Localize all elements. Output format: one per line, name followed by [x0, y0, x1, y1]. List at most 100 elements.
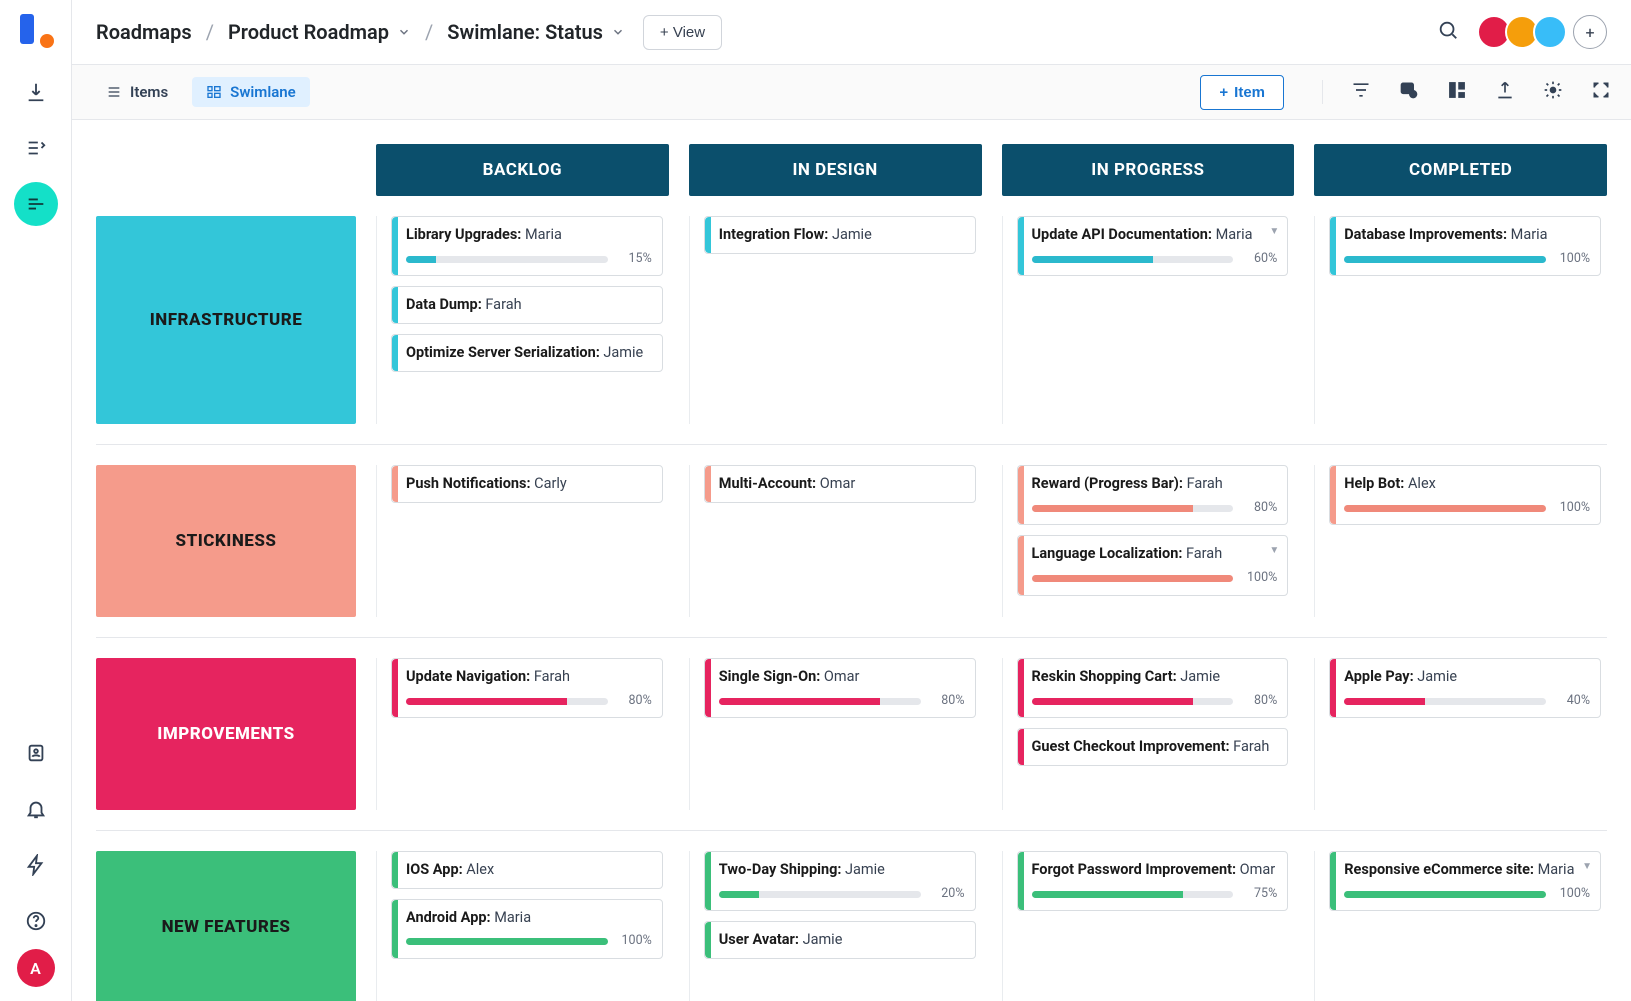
card[interactable]: Reskin Shopping Cart: Jamie80%: [1017, 658, 1289, 718]
card-text: Library Upgrades: Maria: [406, 225, 652, 245]
lane-cell[interactable]: Reward (Progress Bar): Farah80% Language …: [1002, 465, 1295, 617]
lane-cell[interactable]: Update API Documentation: Maria▼60%: [1002, 216, 1295, 424]
export-icon[interactable]: [1495, 80, 1515, 104]
card-title: Android App:: [406, 909, 494, 926]
lane-label-stick[interactable]: STICKINESS: [96, 465, 356, 617]
card-assignee: Maria: [1538, 861, 1575, 878]
card-title: Integration Flow:: [719, 226, 832, 243]
board-scroll[interactable]: BACKLOGIN DESIGNIN PROGRESSCOMPLETEDINFR…: [72, 120, 1631, 1001]
card[interactable]: Language Localization: Farah▼100%: [1017, 535, 1289, 595]
card-title: Update Navigation:: [406, 668, 534, 685]
card-text: Help Bot: Alex: [1344, 474, 1590, 494]
add-view-button[interactable]: + View: [643, 15, 722, 50]
card-text: Responsive eCommerce site: Maria: [1344, 860, 1590, 880]
progress-bar: [1032, 698, 1234, 705]
app-logo[interactable]: [20, 14, 52, 46]
progress-percent: 80%: [931, 693, 965, 710]
card[interactable]: Guest Checkout Improvement: Farah: [1017, 728, 1289, 766]
lane-cell[interactable]: Help Bot: Alex100%: [1314, 465, 1607, 617]
view-mode-items-label: Items: [130, 83, 168, 101]
card-menu-icon[interactable]: ▼: [1269, 225, 1279, 239]
rail-current-user-avatar[interactable]: A: [17, 949, 55, 987]
rail-roadmap-icon[interactable]: [14, 182, 58, 226]
search-icon[interactable]: [1437, 19, 1459, 45]
layout-icon[interactable]: [1447, 80, 1467, 104]
link-icon[interactable]: [1399, 80, 1419, 104]
view-mode-swimlane[interactable]: Swimlane: [192, 77, 310, 107]
card-stripe: [705, 922, 711, 958]
card-menu-icon[interactable]: ▼: [1582, 860, 1592, 874]
card[interactable]: Forgot Password Improvement: Omar75%: [1017, 851, 1289, 911]
progress-fill: [1032, 256, 1153, 263]
lane-cell[interactable]: Apple Pay: Jamie40%: [1314, 658, 1607, 810]
add-item-button[interactable]: + Item: [1200, 75, 1284, 110]
lane-cell[interactable]: Push Notifications: Carly: [376, 465, 669, 617]
card[interactable]: Update API Documentation: Maria▼60%: [1017, 216, 1289, 276]
breadcrumb-root[interactable]: Roadmaps: [96, 20, 192, 44]
lane-cell[interactable]: Forgot Password Improvement: Omar75%: [1002, 851, 1295, 1001]
lane-cell[interactable]: Database Improvements: Maria100%: [1314, 216, 1607, 424]
lane-label-newfeat[interactable]: NEW FEATURES: [96, 851, 356, 1001]
card-stripe: [392, 900, 398, 958]
lane-cell[interactable]: IOS App: Alex Android App: Maria100%: [376, 851, 669, 1001]
rail-contacts-icon[interactable]: [14, 731, 58, 775]
fullscreen-icon[interactable]: [1591, 80, 1611, 104]
lane-label-infra[interactable]: INFRASTRUCTURE: [96, 216, 356, 424]
card[interactable]: Android App: Maria100%: [391, 899, 663, 959]
lane-cell[interactable]: Update Navigation: Farah80%: [376, 658, 669, 810]
filter-icon[interactable]: [1351, 80, 1371, 104]
card[interactable]: Help Bot: Alex100%: [1329, 465, 1601, 525]
card[interactable]: Update Navigation: Farah80%: [391, 658, 663, 718]
card-text: Update API Documentation: Maria: [1032, 225, 1278, 245]
card[interactable]: Reward (Progress Bar): Farah80%: [1017, 465, 1289, 525]
avatar[interactable]: [1533, 15, 1567, 49]
card-stripe: [392, 287, 398, 323]
card-text: Multi-Account: Omar: [719, 474, 965, 494]
card[interactable]: Single Sign-On: Omar80%: [704, 658, 976, 718]
lane-cell[interactable]: Library Upgrades: Maria 15% Data Dump: Far…: [376, 216, 669, 424]
card[interactable]: Optimize Server Serialization: Jamie: [391, 334, 663, 372]
lane-label-improv[interactable]: IMPROVEMENTS: [96, 658, 356, 810]
progress-bar: [406, 698, 608, 705]
progress-fill: [406, 256, 436, 263]
breadcrumb-view[interactable]: Swimlane: Status: [447, 20, 625, 44]
rail-import-icon[interactable]: [14, 70, 58, 114]
lane-cell[interactable]: Two-Day Shipping: Jamie 20% User Avatar: J…: [689, 851, 982, 1001]
progress-fill: [406, 938, 608, 945]
rail-bolt-icon[interactable]: [14, 843, 58, 887]
view-mode-items[interactable]: Items: [92, 77, 182, 107]
lane-cell[interactable]: Integration Flow: Jamie: [689, 216, 982, 424]
card[interactable]: IOS App: Alex: [391, 851, 663, 889]
card-text: Two-Day Shipping: Jamie: [719, 860, 965, 880]
gear-icon[interactable]: [1543, 80, 1563, 104]
lane-cell[interactable]: Multi-Account: Omar: [689, 465, 982, 617]
card[interactable]: Integration Flow: Jamie: [704, 216, 976, 254]
card[interactable]: Database Improvements: Maria100%: [1329, 216, 1601, 276]
card-title: Guest Checkout Improvement:: [1032, 738, 1234, 755]
lane-cell[interactable]: Responsive eCommerce site: Maria▼100%: [1314, 851, 1607, 1001]
card[interactable]: User Avatar: Jamie: [704, 921, 976, 959]
lane-cell[interactable]: Reskin Shopping Cart: Jamie80% Guest Chec…: [1002, 658, 1295, 810]
card-progress: 15%: [406, 251, 652, 268]
card[interactable]: Two-Day Shipping: Jamie 20%: [704, 851, 976, 911]
rail-bell-icon[interactable]: [14, 787, 58, 831]
card-progress: 20%: [719, 886, 965, 903]
card[interactable]: Push Notifications: Carly: [391, 465, 663, 503]
breadcrumb-project[interactable]: Product Roadmap: [228, 20, 411, 44]
progress-bar: [406, 256, 608, 263]
card-assignee: Alex: [466, 861, 494, 878]
add-collaborator-button[interactable]: +: [1573, 15, 1607, 49]
card-title: Multi-Account:: [719, 475, 820, 492]
card[interactable]: Data Dump: Farah: [391, 286, 663, 324]
card[interactable]: Responsive eCommerce site: Maria▼100%: [1329, 851, 1601, 911]
card-menu-icon[interactable]: ▼: [1269, 544, 1279, 558]
rail-list-icon[interactable]: [14, 126, 58, 170]
progress-bar: [406, 938, 608, 945]
add-item-label: Item: [1234, 84, 1265, 101]
progress-fill: [1032, 575, 1234, 582]
card[interactable]: Multi-Account: Omar: [704, 465, 976, 503]
lane-cell[interactable]: Single Sign-On: Omar80%: [689, 658, 982, 810]
card[interactable]: Library Upgrades: Maria 15%: [391, 216, 663, 276]
card[interactable]: Apple Pay: Jamie40%: [1329, 658, 1601, 718]
rail-help-icon[interactable]: [14, 899, 58, 943]
